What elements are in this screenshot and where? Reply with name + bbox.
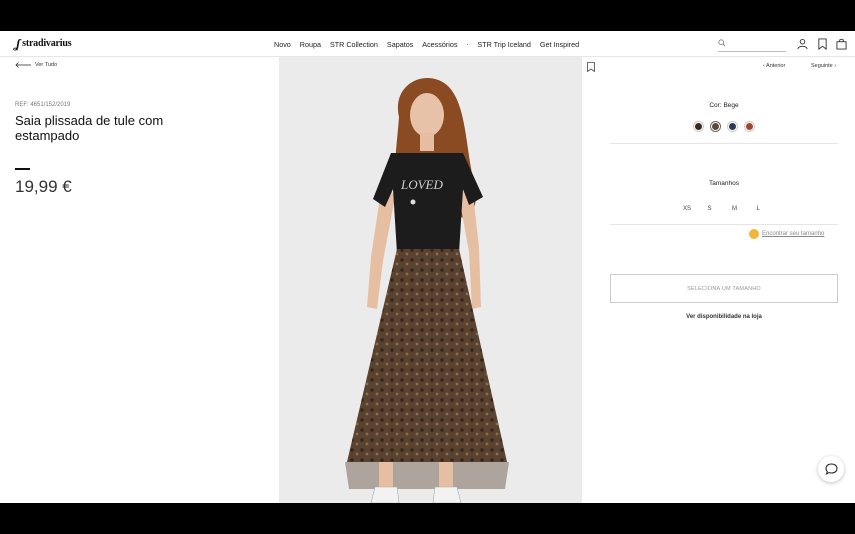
divider [610,143,838,144]
shopping-bag-icon[interactable] [836,38,847,50]
color-swatch-selected[interactable] [710,121,721,132]
chat-icon [824,463,838,475]
size-options: XS S M L [683,206,781,212]
svg-text:LOVED: LOVED [400,177,444,192]
find-size-link[interactable]: Encontrar seu tamanho [749,229,824,239]
size-option-xs[interactable]: XS [683,206,708,212]
site-header: ʆ stradivarius Novo Roupa STR Collection… [0,31,855,57]
product-title: Saia plissada de tule com estampado [15,113,164,143]
back-to-all-link[interactable]: Ver Tudo [15,62,57,68]
divider [610,224,838,225]
color-swatch[interactable] [693,121,704,132]
product-ref: REF: 4651/152/2019 [15,102,71,108]
nav-item-str-trip-iceland[interactable]: STR Trip Iceland [477,40,531,49]
sizes-label: Tamanhos [709,180,739,187]
nav-separator: . [466,40,469,47]
product-page: ʆ stradivarius Novo Roupa STR Collection… [0,31,855,503]
main-nav: Novo Roupa STR Collection Sapatos Acessó… [274,40,588,49]
model-photo: LOVED [345,78,509,503]
search-icon [718,39,726,47]
size-option-m[interactable]: M [732,206,757,212]
nav-item-novo[interactable]: Novo [274,40,291,49]
brand-logo[interactable]: ʆ stradivarius [16,35,72,51]
back-label: Ver Tudo [35,62,58,68]
product-price: 19,99 € [15,177,72,196]
user-icon[interactable] [797,38,808,50]
product-image[interactable]: LOVED [279,57,582,503]
size-guide-icon [749,229,759,239]
arrow-left-icon [15,62,31,68]
next-product-link[interactable]: Seguinte › [811,63,836,69]
size-option-l[interactable]: L [757,206,782,212]
title-divider [15,168,30,170]
chat-button[interactable] [818,456,844,482]
logo-mark-icon: ʆ [16,35,21,51]
find-size-label: Encontrar seu tamanho [762,231,825,237]
size-option-s[interactable]: S [708,206,733,212]
previous-product-link[interactable]: ‹ Anterior [763,63,785,69]
bookmark-icon[interactable] [587,62,595,72]
color-swatch[interactable] [727,121,738,132]
nav-item-str-collection[interactable]: STR Collection [330,40,378,49]
color-swatch[interactable] [744,121,755,132]
brand-name: stradivarius [22,38,72,49]
select-size-button[interactable]: SELECIONA UM TAMANHO [610,274,838,303]
nav-item-acessorios[interactable]: Acessórios [422,40,457,49]
wishlist-icon[interactable] [817,38,828,50]
nav-item-get-inspired[interactable]: Get Inspired [540,40,579,49]
color-label: Cor: Bege [709,102,739,109]
letterbox-bottom [0,503,855,534]
nav-item-sapatos[interactable]: Sapatos [387,40,413,49]
nav-item-roupa[interactable]: Roupa [300,40,321,49]
search-input[interactable] [718,38,786,52]
letterbox-top [0,0,855,31]
store-availability-link[interactable]: Ver disponibilidade na loja [610,314,838,320]
color-swatches [693,121,755,132]
